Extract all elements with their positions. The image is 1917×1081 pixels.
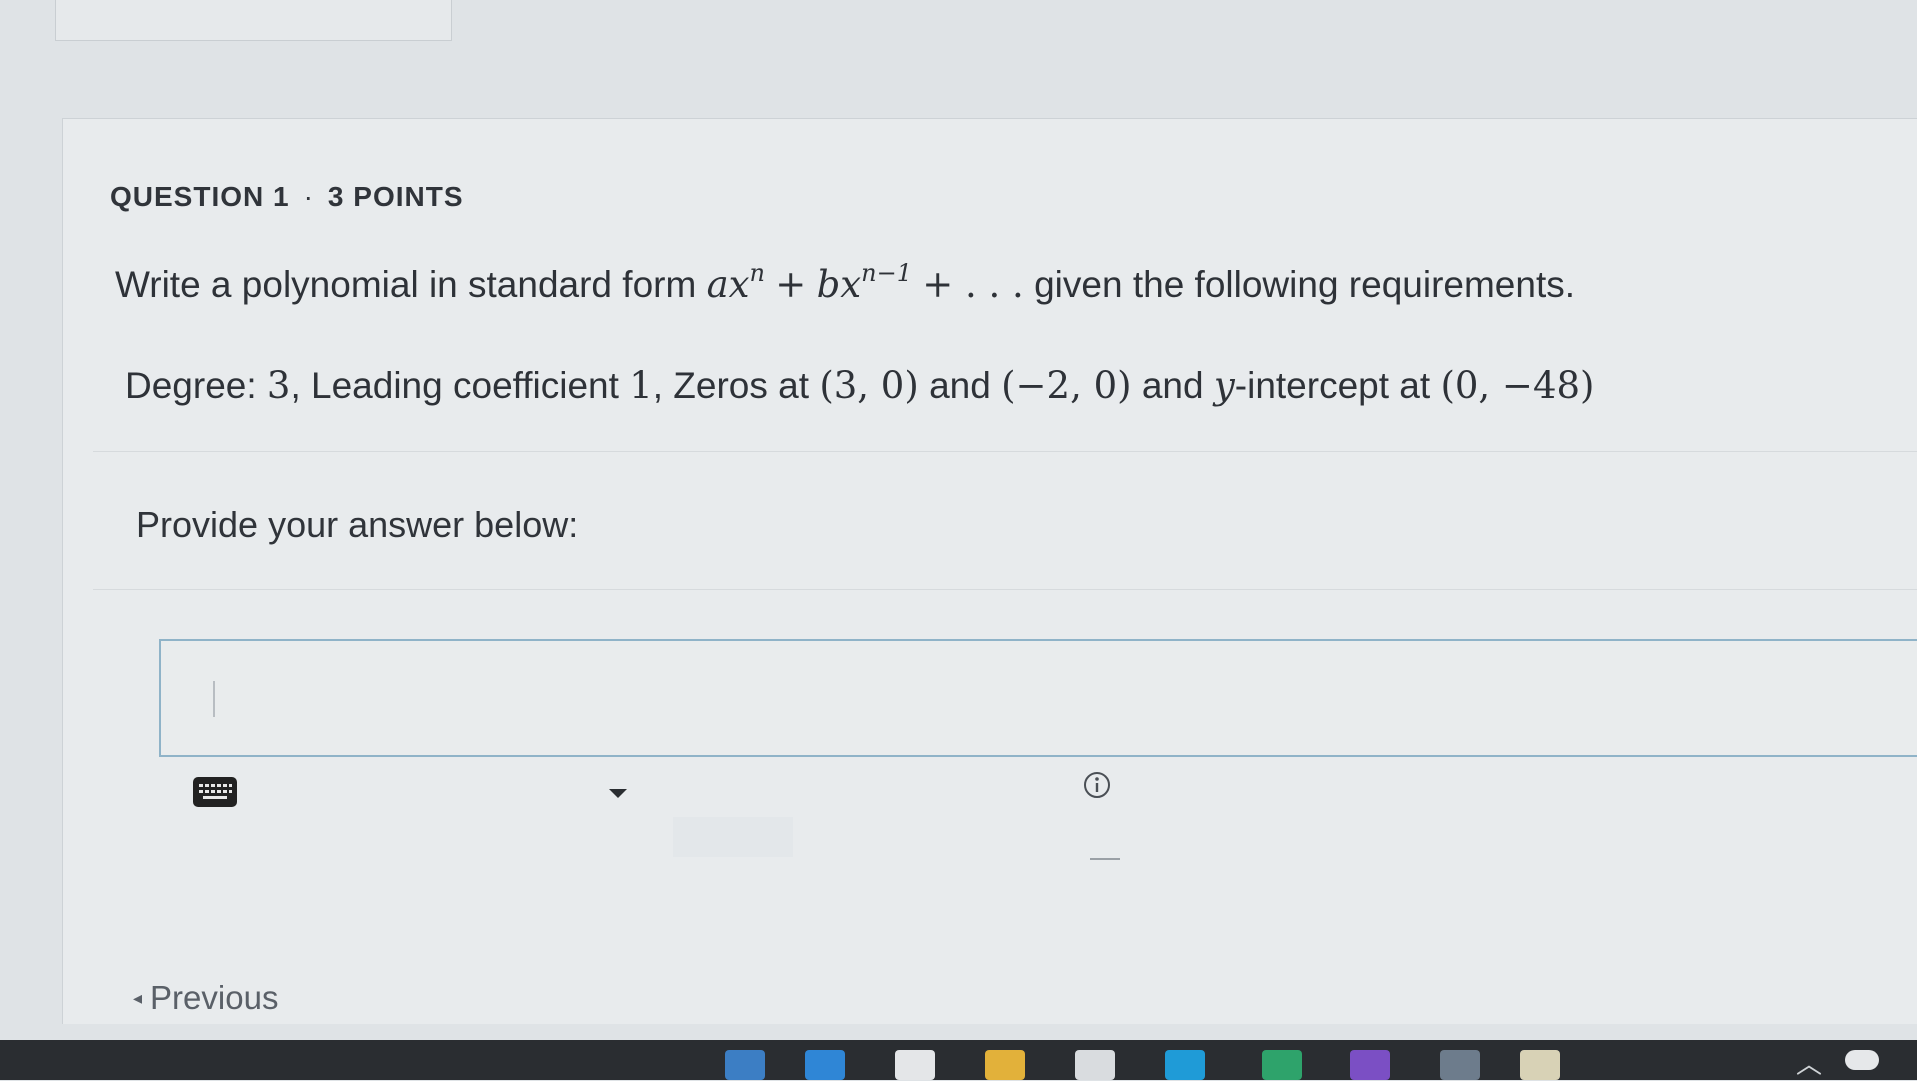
zeros-label: , Zeros at	[652, 365, 810, 406]
taskbar-app-icon[interactable]	[895, 1050, 935, 1080]
and-2: and	[1141, 365, 1204, 406]
requirements-text: Degree: 3, Leading coefficient 1, Zeros …	[125, 364, 1594, 407]
and-1: and	[929, 365, 991, 406]
previous-button[interactable]: ◂ Previous	[133, 979, 278, 1017]
previous-label: Previous	[150, 979, 279, 1016]
question-card: QUESTION 1 · 3 POINTS Write a polynomial i…	[62, 118, 1917, 1024]
info-button[interactable]	[1081, 769, 1113, 801]
taskbar-app-icon[interactable]	[1520, 1050, 1560, 1080]
degree-value: 3	[266, 364, 291, 407]
answer-input[interactable]	[159, 639, 1917, 757]
caret-down-icon	[609, 789, 627, 798]
formula-term-b: bxn−1	[816, 259, 912, 306]
text-caret	[213, 681, 215, 717]
degree-label: Degree:	[125, 365, 257, 406]
folder-icon[interactable]	[985, 1050, 1025, 1080]
top-empty-panel	[55, 0, 452, 41]
formula-term-a: axn	[706, 259, 765, 306]
taskbar-app-icon[interactable]	[1350, 1050, 1390, 1080]
taskbar-app-icon[interactable]	[1262, 1050, 1302, 1080]
taskbar-app-icon[interactable]	[1440, 1050, 1480, 1080]
keyboard-icon	[199, 784, 232, 799]
taskbar-app-icon[interactable]	[1075, 1050, 1115, 1080]
dropdown-button[interactable]	[603, 781, 633, 805]
formula-tail: + . . .	[922, 263, 1024, 306]
divider	[93, 451, 1917, 452]
keyboard-button[interactable]	[193, 777, 237, 807]
question-text: Write a polynomial in standard form axn …	[115, 259, 1575, 306]
taskbar: ︿	[0, 1040, 1917, 1080]
divider	[93, 589, 1917, 590]
zero-2: (−2, 0)	[1001, 364, 1132, 407]
answer-prompt: Provide your answer below:	[136, 504, 579, 545]
leading-value: 1	[629, 364, 653, 407]
secondary-field	[673, 817, 793, 857]
chevron-up-icon[interactable]: ︿	[1796, 1044, 1822, 1081]
question-points: 3 POINTS	[327, 181, 464, 212]
taskbar-app-icon[interactable]	[1165, 1050, 1205, 1080]
taskbar-app-icon[interactable]	[805, 1050, 845, 1080]
taskbar-app-icon[interactable]	[725, 1050, 765, 1080]
intercept-label: -intercept at	[1234, 365, 1431, 406]
answer-toolbar	[193, 772, 1293, 857]
zero-1: (3, 0)	[819, 364, 919, 407]
intercept-value: (0, −48)	[1440, 364, 1595, 407]
question-number: QUESTION 1	[110, 181, 290, 212]
question-text-after: given the following requirements.	[1034, 264, 1576, 305]
question-header: QUESTION 1 · 3 POINTS	[110, 181, 464, 213]
chevron-left-icon: ◂	[133, 988, 143, 1008]
leading-label: , Leading coefficient	[290, 365, 619, 406]
cloud-icon[interactable]	[1845, 1050, 1879, 1070]
formula-plus: +	[775, 263, 807, 306]
info-icon	[1084, 772, 1110, 798]
y-variable: y	[1213, 364, 1235, 407]
header-separator: ·	[303, 181, 314, 212]
dash-mark	[1090, 858, 1120, 860]
question-text-before: Write a polynomial in standard form	[115, 264, 697, 305]
